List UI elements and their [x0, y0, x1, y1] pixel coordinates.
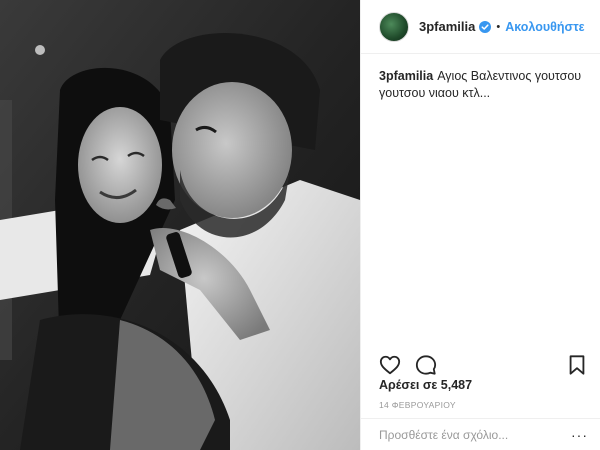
post-sidebar: 3pfamilia • Ακολουθήστε 3pfamilia Αγιος Β… [360, 0, 600, 450]
verified-badge-icon [479, 20, 492, 33]
post-photo[interactable] [0, 0, 360, 450]
profile-avatar[interactable] [379, 11, 409, 42]
post-photo-image [0, 0, 360, 450]
comment-input[interactable] [379, 427, 571, 442]
header-separator: • [496, 20, 501, 33]
comment-bar: ··· [361, 418, 600, 450]
caption-username-link[interactable]: 3pfamilia [379, 69, 433, 83]
bookmark-icon[interactable] [566, 354, 588, 376]
heart-icon[interactable] [379, 354, 401, 376]
post-caption: 3pfamilia Αγιος Βαλεντινος γουτσου γουτσο… [361, 54, 600, 102]
username-link[interactable]: 3pfamilia [419, 19, 475, 34]
follow-button[interactable]: Ακολουθήστε [505, 20, 584, 34]
more-options-icon[interactable]: ··· [571, 428, 588, 442]
comment-bubble-icon[interactable] [415, 354, 437, 376]
post-date[interactable]: 14 ΦΕΒΡΟΥΑΡΙΟΥ [379, 400, 456, 410]
likes-count[interactable]: Αρέσει σε 5,487 [379, 378, 472, 392]
post-header: 3pfamilia • Ακολουθήστε [361, 0, 600, 54]
post-actions [379, 352, 588, 378]
